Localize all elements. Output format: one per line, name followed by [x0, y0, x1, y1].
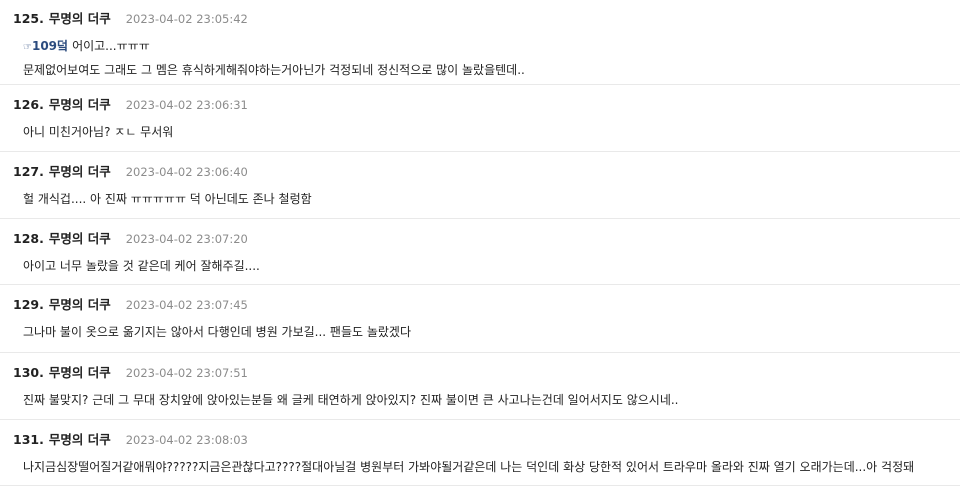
comment-text: 문제없어보여도 그래도 그 멤은 휴식하게해줘야하는거아닌가 걱정되네 정신적으…: [23, 63, 525, 77]
reply-text: 어이고...ㅠㅠㅠ: [72, 39, 150, 53]
comment-number: 125.: [13, 11, 44, 26]
comment-author: 무명의 더쿠: [48, 231, 111, 246]
comment-text: 아이고 너무 놀랐을 것 같은데 케어 잘해주길....: [23, 259, 260, 273]
comment-author: 무명의 더쿠: [48, 97, 111, 112]
comment-item: 126. 무명의 더쿠 2023-04-02 23:06:31 아니 미친거아님…: [0, 85, 960, 152]
comment-author: 무명의 더쿠: [48, 11, 111, 26]
comment-item: 131. 무명의 더쿠 2023-04-02 23:08:03 나지금심장떨어질…: [0, 420, 960, 486]
comment-item: 128. 무명의 더쿠 2023-04-02 23:07:20 아이고 너무 놀…: [0, 219, 960, 285]
comment-author: 무명의 더쿠: [48, 297, 111, 312]
comment-timestamp: 2023-04-02 23:06:31: [125, 98, 248, 112]
comment-item: 129. 무명의 더쿠 2023-04-02 23:07:45 그나마 불이 옷…: [0, 285, 960, 353]
comment-number: 128.: [13, 231, 44, 246]
comment-timestamp: 2023-04-02 23:06:40: [125, 165, 248, 179]
comment-timestamp: 2023-04-02 23:07:20: [125, 232, 248, 246]
comment-author: 무명의 더쿠: [48, 164, 111, 179]
comment-text: 그나마 불이 옷으로 옮기지는 않아서 다행인데 병원 가보길... 팬들도 놀…: [23, 325, 412, 339]
comment-thread: 125. 무명의 더쿠 2023-04-02 23:05:42 ☞ 109덬 어…: [0, 0, 960, 486]
comment-item: 130. 무명의 더쿠 2023-04-02 23:07:51 진짜 불맞지? …: [0, 353, 960, 420]
comment-header: 130. 무명의 더쿠 2023-04-02 23:07:51: [13, 362, 947, 382]
comment-header: 129. 무명의 더쿠 2023-04-02 23:07:45: [13, 294, 947, 314]
comment-item: 125. 무명의 더쿠 2023-04-02 23:05:42 ☞ 109덬 어…: [0, 0, 960, 85]
comment-item: 127. 무명의 더쿠 2023-04-02 23:06:40 헐 개식겁...…: [0, 152, 960, 219]
comment-text: 진짜 불맞지? 근데 그 무대 장치앞에 앉아있는분들 왜 글케 태연하게 앉아…: [23, 393, 679, 407]
comment-timestamp: 2023-04-02 23:05:42: [125, 12, 248, 26]
comment-timestamp: 2023-04-02 23:07:51: [125, 366, 248, 380]
comment-text: 아니 미친거아님? ㅈㄴ 무서워: [23, 125, 174, 139]
comment-number: 126.: [13, 97, 44, 112]
comment-number: 129.: [13, 297, 44, 312]
comment-timestamp: 2023-04-02 23:08:03: [125, 433, 248, 447]
reply-line: ☞ 109덬 어이고...ㅠㅠㅠ: [13, 35, 947, 59]
comment-header: 131. 무명의 더쿠 2023-04-02 23:08:03: [13, 429, 947, 449]
comment-author: 무명의 더쿠: [48, 432, 111, 447]
comment-header: 127. 무명의 더쿠 2023-04-02 23:06:40: [13, 161, 947, 181]
comment-number: 127.: [13, 164, 44, 179]
comment-author: 무명의 더쿠: [48, 365, 111, 380]
comment-timestamp: 2023-04-02 23:07:45: [125, 298, 248, 312]
comment-header: 126. 무명의 더쿠 2023-04-02 23:06:31: [13, 94, 947, 114]
comment-number: 130.: [13, 365, 44, 380]
reply-reference-link[interactable]: 109덬: [32, 35, 68, 57]
reply-hand-icon: ☞: [23, 42, 32, 53]
comment-header: 125. 무명의 더쿠 2023-04-02 23:05:42: [13, 8, 947, 28]
comment-text: 헐 개식겁.... 아 진짜 ㅠㅠㅠㅠㅠ 덕 아닌데도 존나 철렁함: [23, 192, 312, 206]
comment-header: 128. 무명의 더쿠 2023-04-02 23:07:20: [13, 228, 947, 248]
comment-number: 131.: [13, 432, 44, 447]
comment-text: 나지금심장떨어질거같애뭐야?????지금은관찮다고????절대아닐걸 병원부터 …: [23, 460, 915, 474]
